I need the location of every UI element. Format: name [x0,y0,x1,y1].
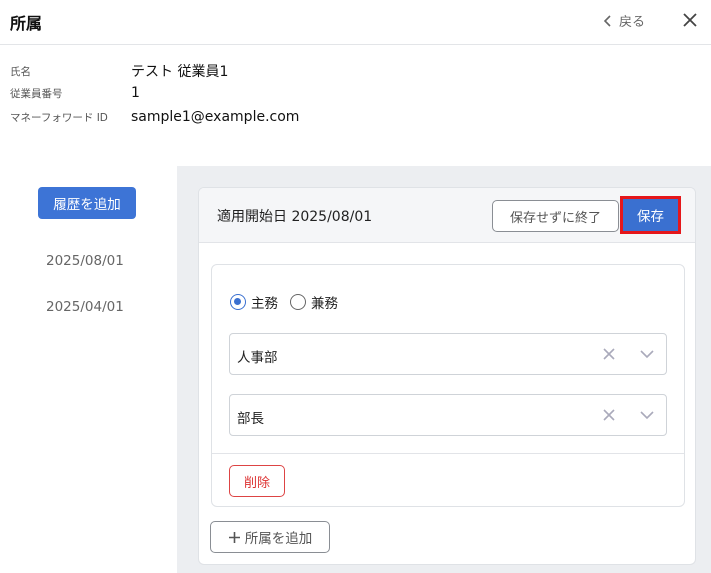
info-value: 1 [131,85,140,101]
add-history-button[interactable]: 履歴を追加 [38,187,136,219]
radio-checked-icon[interactable] [230,294,246,310]
info-value: テスト 従業員1 [131,64,229,80]
plus-icon [228,531,240,543]
page-title: 所属 [10,14,43,33]
effective-date-title: 適用開始日 2025/08/01 [217,209,373,225]
chevron-down-icon[interactable] [640,349,654,359]
department-select[interactable]: 人事部 [229,333,667,375]
affiliation-type-radio-group: 主務 兼務 [230,292,350,312]
save-button-highlight: 保存 [620,196,681,234]
affiliation-card: 適用開始日 2025/08/01 保存せずに終了 保存 主務 兼務 人事部 部長 [198,187,696,565]
info-label: 従業員番号 [10,87,63,100]
info-value: sample1@example.com [131,109,300,125]
back-button[interactable]: 戻る [603,11,645,30]
radio-unchecked-icon[interactable] [290,294,306,310]
info-row-employee-number: 従業員番号 1 [10,85,140,101]
clear-icon[interactable] [603,348,615,360]
chevron-down-icon[interactable] [640,410,654,420]
info-label: マネーフォワード ID [10,111,108,124]
clear-icon[interactable] [603,409,615,421]
position-select[interactable]: 部長 [229,394,667,436]
exit-without-save-button[interactable]: 保存せずに終了 [492,200,619,232]
chevron-left-icon [603,14,611,27]
radio-label: 兼務 [311,296,338,312]
radio-secondary[interactable]: 兼務 [290,292,338,312]
add-affiliation-label: 所属を追加 [244,531,313,547]
modal-header: 所属 戻る [0,0,711,45]
info-row-mf-id: マネーフォワード ID sample1@example.com [10,109,299,125]
radio-primary[interactable]: 主務 [230,292,278,312]
close-icon[interactable] [682,12,698,28]
add-affiliation-button[interactable]: 所属を追加 [210,521,330,553]
card-header: 適用開始日 2025/08/01 保存せずに終了 保存 [199,188,695,243]
history-item[interactable]: 2025/08/01 [46,253,124,269]
divider [212,453,684,454]
info-label: 氏名 [10,65,31,78]
affiliation-entry: 主務 兼務 人事部 部長 削除 [211,264,685,507]
back-label: 戻る [619,15,646,30]
position-value: 部長 [237,411,264,427]
radio-label: 主務 [251,296,278,312]
department-value: 人事部 [237,350,278,366]
history-item[interactable]: 2025/04/01 [46,299,124,315]
save-button[interactable]: 保存 [623,199,678,231]
info-row-name: 氏名 テスト 従業員1 [10,61,228,81]
delete-button[interactable]: 削除 [229,465,285,497]
